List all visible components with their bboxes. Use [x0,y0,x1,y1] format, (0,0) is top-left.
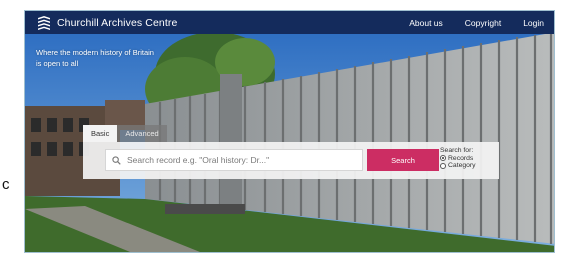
search-tabs: Basic Advanced [83,125,167,142]
header-bar: Churchill Archives Centre About us Copyr… [25,11,554,34]
screenshot-frame: Churchill Archives Centre About us Copyr… [24,10,555,253]
search-panel-body: Search Search for: Records Category [83,142,499,179]
nav-about-us[interactable]: About us [409,18,443,28]
page-edge-fragment: c [2,176,10,193]
nav-copyright[interactable]: Copyright [465,18,501,28]
top-nav: About us Copyright Login [387,18,544,28]
radio-records[interactable]: Records [440,155,500,163]
tab-advanced[interactable]: Advanced [117,125,167,142]
radio-category-label: Category [448,162,476,169]
radio-records-circle[interactable] [440,155,446,162]
search-button[interactable]: Search [367,149,439,171]
nav-login[interactable]: Login [523,18,544,28]
search-for-label: Search for: [440,147,474,154]
radio-category[interactable]: Category [440,162,500,170]
search-input[interactable] [127,155,362,165]
radio-category-circle[interactable] [440,162,446,169]
archive-logo-icon [38,15,50,30]
brand-link[interactable]: Churchill Archives Centre [37,15,178,30]
search-for-group: Search for: Records Category [440,147,500,170]
search-panel: Basic Advanced Search Search for: Record… [83,125,499,188]
hero-tagline: Where the modern history of Britain is o… [36,48,154,68]
search-icon [112,155,121,165]
radio-records-label: Records [448,154,474,162]
tab-basic[interactable]: Basic [83,125,118,142]
search-box[interactable] [105,149,363,171]
brand-name: Churchill Archives Centre [57,16,178,29]
